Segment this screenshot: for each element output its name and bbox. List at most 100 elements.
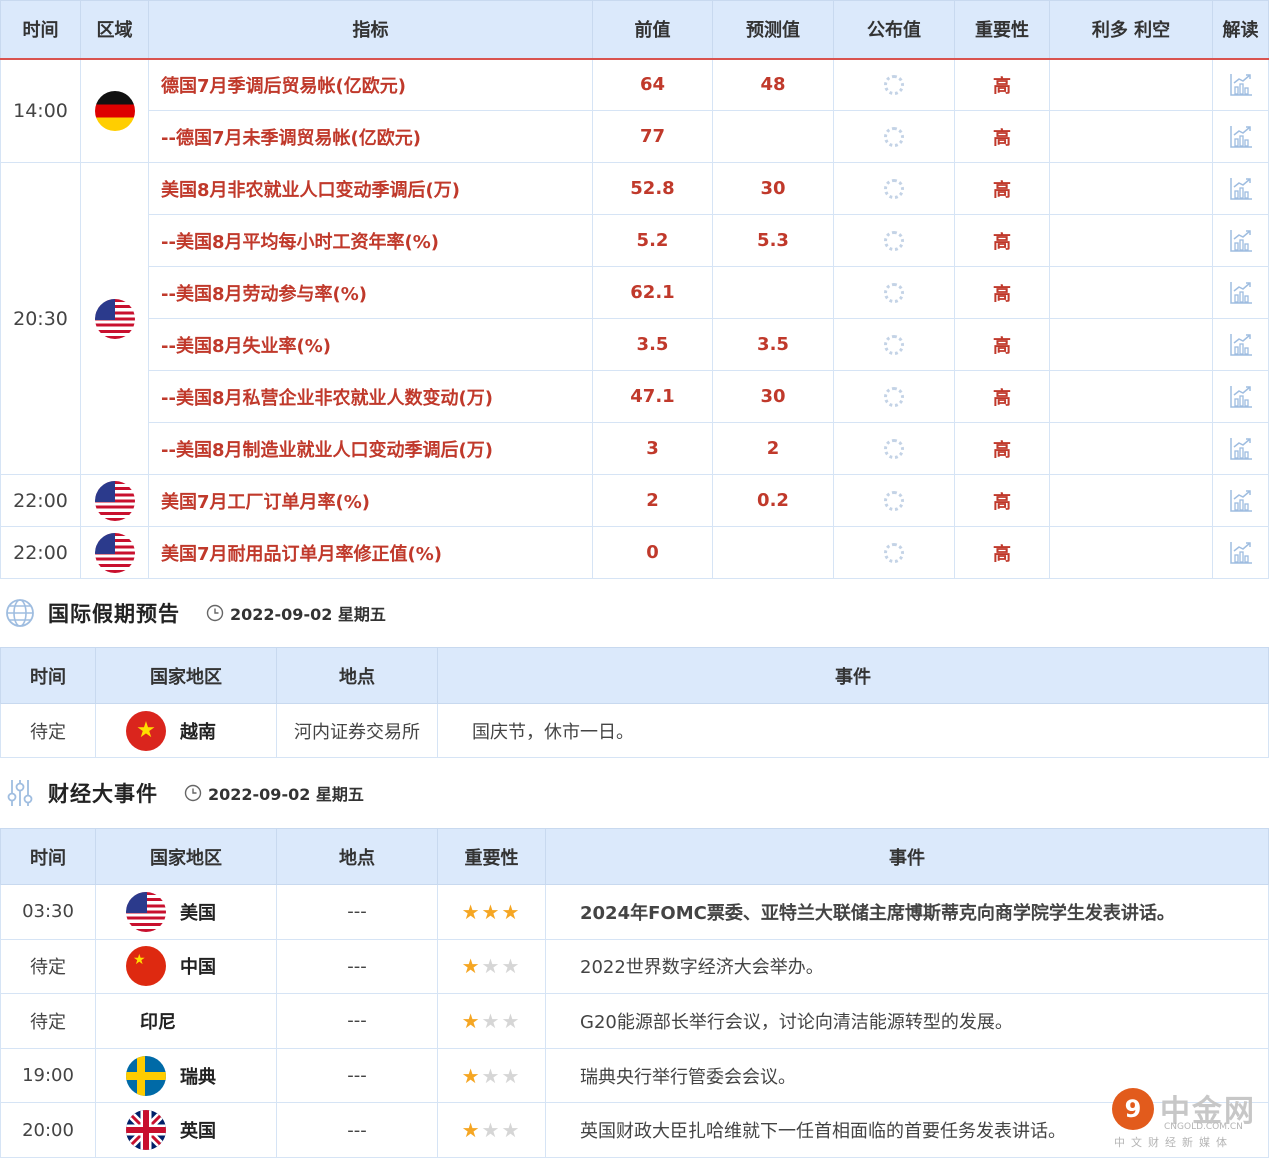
interpret-cell[interactable] <box>1212 58 1269 111</box>
uk-flag-icon <box>126 1110 166 1151</box>
loading-spinner-icon <box>884 386 904 407</box>
previous-value: 47.1 <box>592 370 713 423</box>
indicator-link[interactable]: 美国7月工厂订单月率(%) <box>148 474 593 527</box>
region-cell: ★ 中国 <box>95 938 277 995</box>
importance-value: 高 <box>954 422 1050 475</box>
previous-value: 62.1 <box>592 266 713 319</box>
star-filled-icon: ★ <box>501 899 522 924</box>
star-filled-icon: ★ <box>461 899 482 924</box>
indicator-link[interactable]: 德国7月季调后贸易帐(亿欧元) <box>148 58 593 111</box>
col-region: 区域 <box>80 0 149 60</box>
actual-value <box>833 370 955 423</box>
forecast-value: 3.5 <box>712 318 834 371</box>
watermark-subtitle: 中文财经新媒体 <box>1114 1136 1233 1149</box>
col-interpret: 解读 <box>1212 0 1269 60</box>
site-watermark: 9 中金网 CNGOLD.COM.CN 中文财经新媒体 <box>1112 1086 1257 1149</box>
chart-analysis-icon[interactable] <box>1228 280 1254 306</box>
chart-analysis-icon[interactable] <box>1228 488 1254 514</box>
star-empty-icon: ★ <box>501 1063 522 1088</box>
previous-value: 2 <box>592 474 713 527</box>
events-header-row: 时间 国家地区 地点 重要性 事件 <box>0 828 1269 885</box>
indicator-link[interactable]: --美国8月制造业就业人口变动季调后(万) <box>148 422 593 475</box>
star-filled-icon: ★ <box>461 954 482 979</box>
indicator-link[interactable]: --美国8月私营企业非农就业人数变动(万) <box>148 370 593 423</box>
star-filled-icon: ★ <box>481 899 502 924</box>
indicator-link[interactable]: --美国8月劳动参与率(%) <box>148 266 593 319</box>
star-empty-icon: ★ <box>481 1008 502 1033</box>
importance-value: 高 <box>954 110 1050 163</box>
effect-cell <box>1049 58 1213 111</box>
forecast-value: 2 <box>712 422 834 475</box>
holiday-table: 时间 国家地区 地点 事件 待定 ★ 越南 河内证券交易所 国庆节，休市一日。 <box>0 647 1269 758</box>
region-name: 瑞典 <box>180 1066 216 1088</box>
interpret-cell[interactable] <box>1212 370 1269 423</box>
place-cell: --- <box>276 1047 438 1104</box>
effect-cell <box>1049 370 1213 423</box>
table-row: 20:00 英国 --- ★★★ 英国财政大臣扎哈维就下一任首相面临的首要任务发… <box>0 1102 1269 1158</box>
indicator-link[interactable]: --德国7月未季调贸易帐(亿欧元) <box>148 110 593 163</box>
forecast-value <box>712 526 834 579</box>
indicator-link[interactable]: 美国7月耐用品订单月率修正值(%) <box>148 526 593 579</box>
star-empty-icon: ★ <box>481 1118 502 1143</box>
chart-analysis-icon[interactable] <box>1228 228 1254 254</box>
interpret-cell[interactable] <box>1212 474 1269 527</box>
interpret-cell[interactable] <box>1212 110 1269 163</box>
region-cell: ★ 越南 <box>95 703 277 758</box>
region-name: 中国 <box>180 957 216 979</box>
interpret-cell[interactable] <box>1212 162 1269 215</box>
table-row: 14:00 德国7月季调后贸易帐(亿欧元) 64 48 高 <box>0 58 1269 163</box>
col-event: 事件 <box>437 647 1269 704</box>
site-logo-icon: 9 <box>1112 1088 1154 1130</box>
china-flag-icon: ★ <box>126 946 166 987</box>
effect-cell <box>1049 162 1213 215</box>
col-indicator: 指标 <box>148 0 593 60</box>
effect-cell <box>1049 526 1213 579</box>
interpret-cell[interactable] <box>1212 422 1269 475</box>
chart-analysis-icon[interactable] <box>1228 124 1254 150</box>
importance-value: 高 <box>954 266 1050 319</box>
interpret-cell[interactable] <box>1212 214 1269 267</box>
interpret-cell[interactable] <box>1212 318 1269 371</box>
chart-analysis-icon[interactable] <box>1228 384 1254 410</box>
importance-value: 高 <box>954 58 1050 111</box>
actual-value <box>833 266 955 319</box>
table-row: --美国8月私营企业非农就业人数变动(万) 47.1 30 高 <box>1 370 1269 423</box>
effect-cell <box>1049 422 1213 475</box>
region-cell: 瑞典 <box>95 1047 277 1104</box>
indicator-link[interactable]: --美国8月失业率(%) <box>148 318 593 371</box>
col-place: 地点 <box>276 647 438 704</box>
section-title: 财经大事件 <box>48 782 158 806</box>
chart-analysis-icon[interactable] <box>1228 540 1254 566</box>
previous-value: 3 <box>592 422 713 475</box>
col-region: 国家地区 <box>95 647 277 704</box>
col-time: 时间 <box>0 828 96 885</box>
actual-value <box>833 526 955 579</box>
section-date: 2022-09-02 星期五 <box>230 605 386 624</box>
germany-flag-icon <box>94 90 135 131</box>
actual-value <box>833 162 955 215</box>
actual-value <box>833 214 955 267</box>
previous-value: 52.8 <box>592 162 713 215</box>
loading-spinner-icon <box>884 230 904 251</box>
importance-stars: ★★★ <box>437 993 546 1049</box>
chart-analysis-icon[interactable] <box>1228 332 1254 358</box>
region-name: 英国 <box>180 1121 216 1143</box>
economic-data-table: 时间 区域 指标 前值 预测值 公布值 重要性 利多 利空 解读 14:00 德… <box>0 0 1269 579</box>
importance-value: 高 <box>954 370 1050 423</box>
indicator-link[interactable]: 美国8月非农就业人口变动季调后(万) <box>148 162 593 215</box>
loading-spinner-icon <box>884 334 904 355</box>
table-row: 20:30 美国8月非农就业人口变动季调后(万) 52.8 30 高 <box>0 162 1269 475</box>
interpret-cell[interactable] <box>1212 526 1269 579</box>
forecast-value: 5.3 <box>712 214 834 267</box>
col-effect: 利多 利空 <box>1049 0 1213 60</box>
place-cell: --- <box>276 1102 438 1158</box>
previous-value: 77 <box>592 110 713 163</box>
chart-analysis-icon[interactable] <box>1228 176 1254 202</box>
star-empty-icon: ★ <box>501 1118 522 1143</box>
interpret-cell[interactable] <box>1212 266 1269 319</box>
chart-analysis-icon[interactable] <box>1228 436 1254 462</box>
place-cell: 河内证券交易所 <box>276 703 438 758</box>
usa-flag-icon <box>94 298 135 339</box>
indicator-link[interactable]: --美国8月平均每小时工资年率(%) <box>148 214 593 267</box>
chart-analysis-icon[interactable] <box>1228 72 1254 98</box>
